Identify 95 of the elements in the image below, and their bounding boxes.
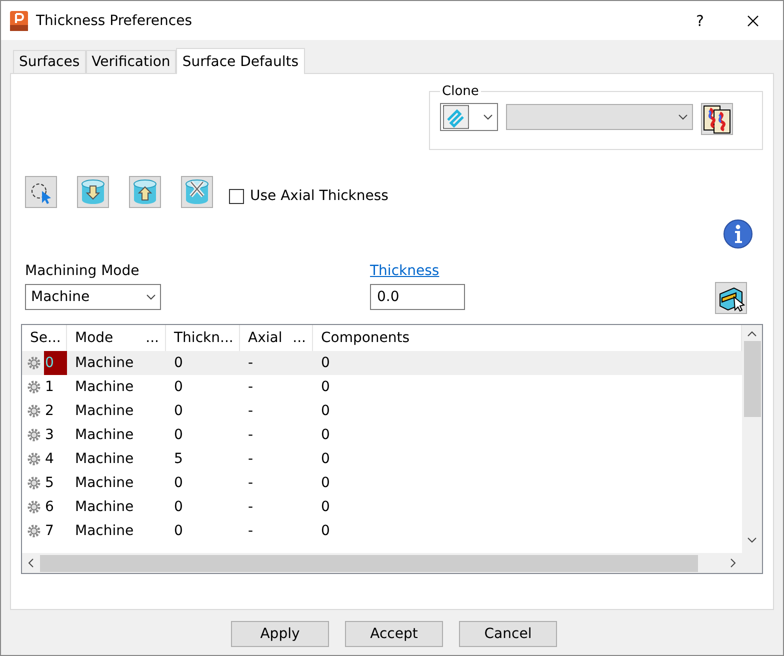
- table-cell: 0: [44, 351, 67, 375]
- table-cell-text: -: [247, 426, 254, 445]
- table-cell-text: 0: [320, 354, 331, 373]
- scroll-up-icon[interactable]: [747, 331, 757, 337]
- table-cell-text: Machine: [74, 498, 135, 517]
- table-cell-text: 0: [320, 522, 331, 541]
- scroll-down-icon: [747, 537, 757, 543]
- table-select-button[interactable]: [715, 282, 747, 314]
- table-cell-text: Machine: [74, 474, 135, 493]
- table-cell-text: -: [247, 378, 254, 397]
- scroll-left-icon[interactable]: [28, 558, 34, 568]
- cylinder-cross-icon: [183, 178, 211, 206]
- table-cell-text: Machine: [74, 402, 135, 421]
- help-button[interactable]: ?: [677, 1, 723, 40]
- close-icon: [747, 14, 759, 26]
- table-cell-text: Machine: [74, 450, 135, 469]
- table-cell-text: 0: [173, 354, 184, 373]
- gear-icon: [26, 451, 42, 467]
- table-cell-text: 0: [320, 426, 331, 445]
- table-cell-text: 0: [320, 498, 331, 517]
- machining-mode-dropdown[interactable]: Machine: [25, 284, 161, 310]
- table-cell-text: 4: [44, 450, 55, 469]
- chevron-icon: [483, 114, 493, 120]
- table-cell-text: 0: [320, 474, 331, 493]
- app-logo-icon: [10, 10, 28, 30]
- import-button[interactable]: [77, 176, 109, 208]
- vertical-scrollbar[interactable]: [742, 325, 762, 553]
- table-cell-text: 0: [173, 522, 184, 541]
- table-cell-text: Machine: [74, 354, 135, 373]
- table-cell-text: 0: [173, 474, 184, 493]
- horizontal-scrollbar[interactable]: [22, 553, 742, 573]
- table-row[interactable]: 3 Machine 0 - 0: [22, 423, 742, 447]
- table-cell-text: -: [247, 450, 254, 469]
- table-cell-text: 0: [173, 426, 184, 445]
- table-row[interactable]: 0 Machine 0 - 0: [22, 351, 742, 375]
- checkbox-label: Use Axial Thickness: [250, 188, 388, 204]
- table-cell-text: 0: [173, 378, 184, 397]
- gear-icon: [26, 403, 42, 419]
- table-row[interactable]: 4 Machine 5 - 0: [22, 447, 742, 471]
- field-label: Machining Mode: [25, 263, 140, 279]
- gear-icon: [26, 379, 42, 395]
- table-cell-text: Machine: [74, 522, 135, 541]
- table-row[interactable]: 2 Machine 0 - 0: [22, 399, 742, 423]
- table-cell-text: -: [247, 354, 254, 373]
- table-cell-text: Machine: [74, 378, 135, 397]
- table-row[interactable]: 7 Machine 0 - 0: [22, 519, 742, 543]
- dialog-button[interactable]: Accept: [345, 620, 443, 646]
- dialog-button[interactable]: Apply: [231, 620, 329, 646]
- table-cell-text: 1: [44, 378, 55, 397]
- table-cell-text: 0: [320, 378, 331, 397]
- table-cell-text: 6: [44, 498, 55, 517]
- icon-dropdown[interactable]: [440, 103, 498, 131]
- table-row[interactable]: 5 Machine 0 - 0: [22, 471, 742, 495]
- table-row[interactable]: 6 Machine 0 - 0: [22, 495, 742, 519]
- gear-icon: [26, 499, 42, 515]
- table-cell-text: 5: [44, 474, 55, 493]
- thickness-link[interactable]: Thickness: [370, 263, 465, 279]
- tab[interactable]: Surface Defaults: [176, 48, 305, 74]
- table-cell-text: Machine: [74, 426, 135, 445]
- gear-icon: [26, 427, 42, 443]
- gear-icon: [26, 523, 42, 539]
- clone-button[interactable]: [701, 103, 733, 135]
- reset-button[interactable]: [181, 176, 213, 208]
- gear-icon: [26, 355, 42, 371]
- tab[interactable]: Surfaces: [13, 50, 86, 73]
- table-cell-text: -: [247, 498, 254, 517]
- table-cell-text: -: [247, 402, 254, 421]
- clone-pages-icon: [702, 104, 732, 134]
- table-cell-text: 7: [44, 522, 55, 541]
- chevron-icon: [146, 294, 156, 300]
- cylinder-down-arrow-icon: [79, 178, 107, 206]
- table-cell-text: -: [247, 522, 254, 541]
- table-cell-text: 2: [44, 402, 55, 421]
- thickness-input[interactable]: 0.0: [370, 284, 465, 310]
- table-cell-text: 5: [173, 450, 184, 469]
- table-cell-text: 0: [173, 498, 184, 517]
- table-cell-text: 3: [44, 426, 55, 445]
- table-cell-text: 0: [320, 450, 331, 469]
- table-cell-text: 0: [320, 402, 331, 421]
- gear-icon: [26, 475, 42, 491]
- chevron-icon: [678, 114, 688, 120]
- cylinder-up-arrow-icon: [131, 178, 159, 206]
- select-gear-button[interactable]: [25, 176, 57, 208]
- tab[interactable]: Verification: [86, 50, 176, 73]
- dialog-button[interactable]: Cancel: [459, 620, 557, 646]
- group-label: Clone: [441, 84, 480, 99]
- info-icon[interactable]: [723, 219, 753, 249]
- zigzag-icon: [443, 105, 469, 129]
- table-row[interactable]: 1 Machine 0 - 0: [22, 375, 742, 399]
- table-cell-text: 0: [173, 402, 184, 421]
- export-button[interactable]: [129, 176, 161, 208]
- checkbox[interactable]: [229, 188, 244, 204]
- table-cell-text: -: [247, 474, 254, 493]
- scroll-right-icon[interactable]: [730, 558, 736, 568]
- window-title: Thickness Preferences: [36, 12, 193, 28]
